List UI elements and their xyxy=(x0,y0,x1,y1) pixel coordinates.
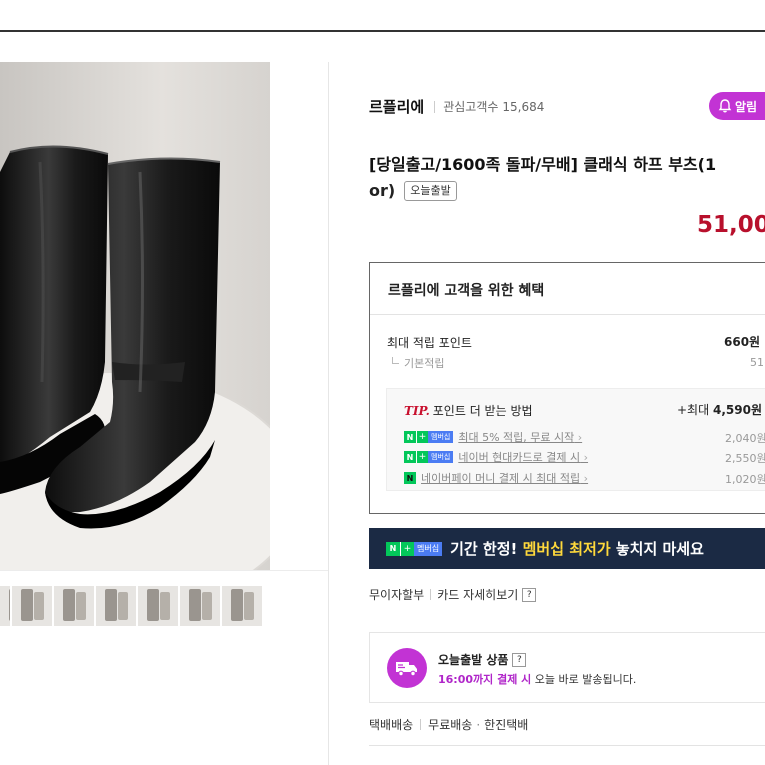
card-detail-link[interactable]: 카드 자세히보기 xyxy=(437,586,518,603)
banner-text: 기간 한정! 멤버십 최저가 놓치지 마세요 xyxy=(450,538,704,559)
image-divider xyxy=(0,570,328,571)
thumbnail[interactable] xyxy=(0,586,10,626)
header-divider xyxy=(0,30,765,32)
tip-max-value: 4,590 xyxy=(712,403,751,417)
column-divider xyxy=(328,62,329,765)
base-points-value: 51( xyxy=(750,356,765,369)
thumbnail[interactable] xyxy=(222,586,262,626)
delivery-info-row: 택배배송 무료배송 · 한진택배 xyxy=(369,716,528,733)
bell-plus-icon xyxy=(718,99,732,113)
boots-photo xyxy=(0,62,270,570)
base-points-label: 기본적립 xyxy=(392,355,444,371)
thumbnail[interactable] xyxy=(54,586,94,626)
delivery-type: 택배배송 xyxy=(369,718,414,732)
plus-icon: + xyxy=(416,451,428,463)
dot-separator: · xyxy=(476,717,481,732)
naver-membership-badge: N + 멤버십 xyxy=(404,431,454,443)
n-icon: N xyxy=(404,451,416,463)
today-shipping-badge: 오늘출발 xyxy=(404,181,457,201)
shipping-deadline: 16:00까지 결제 시 xyxy=(438,673,532,686)
n-icon: N xyxy=(404,431,416,443)
tip-amount: 2,550원 xyxy=(725,452,765,465)
help-icon[interactable]: ? xyxy=(522,587,537,602)
banner-highlight: 멤버십 최저가 xyxy=(522,540,611,558)
divider xyxy=(420,719,422,730)
help-icon[interactable]: ? xyxy=(512,652,527,667)
benefit-box: 르플리에 고객을 위한 혜택 최대 적립 포인트 660원 기본적립 51( T… xyxy=(369,262,765,514)
seller-info: 르플리에 관심고객수 15,684 xyxy=(369,96,544,117)
tip-amount: 2,040원 xyxy=(725,432,765,445)
tip-amount: 1,020원 xyxy=(725,473,765,486)
shipping-subtext: 16:00까지 결제 시 오늘 바로 발송됩니다. xyxy=(438,671,636,687)
tip-max-prefix: +최대 xyxy=(677,403,710,417)
n-icon: N xyxy=(386,541,400,556)
divider xyxy=(370,314,765,315)
divider xyxy=(430,589,432,600)
tip-heading-text: 포인트 더 받는 방법 xyxy=(432,404,533,418)
shipping-title-text: 오늘출발 상품 xyxy=(438,653,509,667)
tip-row-card: N + 멤버십 네이버 현대카드로 결제 시 xyxy=(404,449,588,465)
max-points-value: 660원 xyxy=(724,335,761,349)
thumbnail[interactable] xyxy=(180,586,220,626)
benefit-title: 르플리에 고객을 위한 혜택 xyxy=(388,283,545,299)
tip-row-npay: N 네이버페이 머니 결제 시 최대 적립 xyxy=(404,470,588,486)
naver-membership-badge: N + 멤버십 xyxy=(386,541,443,556)
fans-count: 15,684 xyxy=(502,99,545,114)
tip-max: +최대 4,590원 xyxy=(677,401,762,418)
product-main-image[interactable] xyxy=(0,62,270,570)
delivery-carrier: 한진택배 xyxy=(484,718,529,732)
tip-box: TIP. 포인트 더 받는 방법 +최대 4,590원 N + 멤버십 최대 5% 적… xyxy=(386,388,765,491)
tip-heading: TIP. 포인트 더 받는 방법 xyxy=(404,402,533,419)
thumbnail-strip xyxy=(0,586,264,626)
tip-row-membership: N + 멤버십 최대 5% 적립, 무료 시작 xyxy=(404,429,582,445)
plus-icon: + xyxy=(416,431,428,443)
thumbnail[interactable] xyxy=(12,586,52,626)
seller-name-link[interactable]: 르플리에 xyxy=(369,96,424,117)
tip-link[interactable]: 네이버 현대카드로 결제 시 xyxy=(458,449,588,465)
max-points-label: 최대 적립 포인트 xyxy=(387,336,472,350)
tip-link[interactable]: 최대 5% 적립, 무료 시작 xyxy=(458,429,582,445)
fans-label: 관심고객수 xyxy=(443,100,499,114)
banner-prefix: 기간 한정! xyxy=(450,540,518,558)
naver-membership-badge: N + 멤버십 xyxy=(404,451,454,463)
naver-pay-icon: N xyxy=(404,472,416,484)
card-info-row: 무이자할부 카드 자세히보기 ? xyxy=(369,586,537,603)
membership-label: 멤버십 xyxy=(428,431,454,443)
shipping-desc: 오늘 바로 발송됩니다. xyxy=(534,673,637,686)
delivery-fee: 무료배송 xyxy=(428,718,473,732)
plus-icon: + xyxy=(400,541,414,556)
shipping-title: 오늘출발 상품 ? xyxy=(438,651,527,668)
today-shipping-box: 오늘출발 상품 ? 16:00까지 결제 시 오늘 바로 발송됩니다. xyxy=(369,632,765,703)
membership-banner[interactable]: N + 멤버십 기간 한정! 멤버십 최저가 놓치지 마세요 xyxy=(369,528,765,569)
installment-label: 무이자할부 xyxy=(369,588,425,602)
product-title-line2: or) 오늘출발 xyxy=(369,176,457,206)
alarm-button[interactable]: 알림 xyxy=(709,92,765,120)
divider xyxy=(369,745,765,746)
tip-link[interactable]: 네이버페이 머니 결제 시 최대 적립 xyxy=(421,470,588,486)
thumbnail[interactable] xyxy=(138,586,178,626)
banner-suffix: 놓치지 마세요 xyxy=(615,540,704,558)
membership-label: 멤버십 xyxy=(428,451,454,463)
alarm-label: 알림 xyxy=(735,99,758,114)
tip-max-unit: 원 xyxy=(750,403,762,417)
product-title-cont: or) xyxy=(369,181,396,200)
tip-word: TIP. xyxy=(404,404,430,418)
thumbnail[interactable] xyxy=(96,586,136,626)
truck-icon xyxy=(387,648,427,688)
divider xyxy=(434,100,436,113)
membership-label: 멤버십 xyxy=(414,541,443,556)
product-price: 51,00 xyxy=(697,212,765,238)
